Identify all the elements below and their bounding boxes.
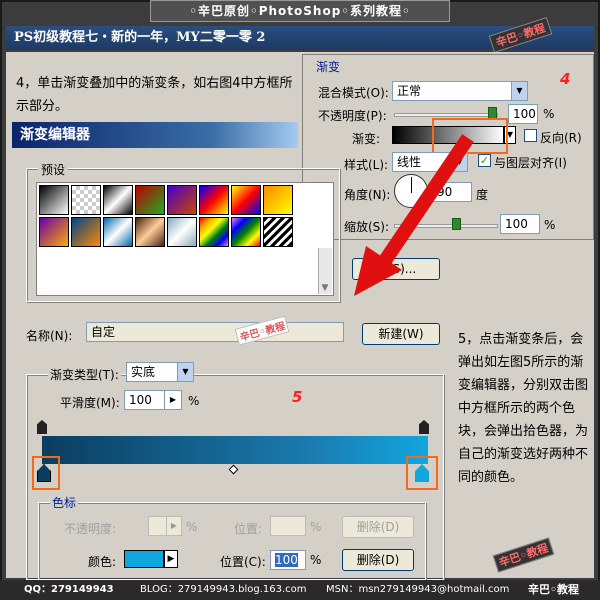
- gradient-bar[interactable]: [42, 436, 428, 464]
- presets-swatch-area: [36, 182, 334, 296]
- gradient-type-select[interactable]: 实底 ▼: [126, 362, 194, 382]
- preset-swatch[interactable]: [71, 185, 101, 215]
- color-stop-right-highlight: [406, 456, 438, 490]
- chevron-down-icon: ▼: [177, 363, 193, 381]
- smoothness-label: 平滑度(M):: [60, 396, 120, 410]
- preset-swatch[interactable]: [231, 185, 261, 215]
- blend-mode-select[interactable]: 正常 ▼: [392, 81, 528, 101]
- color-stop-left-highlight: [32, 456, 60, 490]
- new-button[interactable]: 新建(W): [362, 323, 440, 345]
- stop-location-percent: %: [310, 520, 322, 534]
- preset-swatch[interactable]: [199, 217, 229, 247]
- gradient-section-label: 渐变: [316, 60, 341, 74]
- preset-swatch[interactable]: [39, 185, 69, 215]
- preset-swatch[interactable]: [231, 217, 261, 247]
- gradient-type-label: 渐变类型(T):: [48, 366, 121, 383]
- reverse-label: 反向(R): [540, 131, 582, 145]
- stop-color-label: 颜色:: [88, 555, 117, 569]
- align-label: 与图层对齐(I): [494, 156, 567, 170]
- opacity-input[interactable]: 100: [508, 104, 538, 124]
- smoothness-stepper[interactable]: ▶: [164, 390, 182, 410]
- opacity-label: 不透明度(P):: [318, 109, 387, 123]
- name-label: 名称(N):: [26, 329, 73, 343]
- name-input[interactable]: 自定: [86, 322, 344, 342]
- footer-msn: MSN：msn279149943@hotmail.com: [326, 584, 510, 595]
- chevron-right-icon: ▶: [170, 521, 178, 530]
- smoothness-input[interactable]: 100: [124, 390, 168, 410]
- stop-opacity-stepper[interactable]: ▶: [166, 516, 182, 536]
- blend-mode-label: 混合模式(O):: [318, 86, 389, 100]
- gradient-editor-title: 渐变编辑器: [12, 122, 298, 148]
- step4-instruction: 4，单击渐变叠加中的渐变条，如右图4中方框所示部分。: [16, 76, 293, 114]
- chevron-right-icon: ▶: [169, 395, 177, 404]
- color-stops-label: 色标: [50, 494, 79, 511]
- scale-percent: %: [544, 218, 556, 232]
- preset-swatch[interactable]: [103, 185, 133, 215]
- preset-swatch[interactable]: [263, 185, 293, 215]
- opacity-percent: %: [543, 107, 555, 121]
- preset-swatch[interactable]: [103, 217, 133, 247]
- preset-swatch[interactable]: [135, 217, 165, 247]
- chevron-right-icon: ▶: [167, 554, 175, 564]
- footer-qq: QQ：279149943: [24, 584, 114, 595]
- stop-location-c-value: 100: [275, 553, 298, 567]
- gradient-type-value: 实底: [131, 365, 156, 379]
- preset-swatch[interactable]: [263, 217, 293, 247]
- footer-logo: 辛巴◦教程: [528, 583, 580, 596]
- preset-swatch[interactable]: [167, 217, 197, 247]
- scroll-down-icon[interactable]: ▼: [318, 283, 332, 295]
- opacity-slider-track[interactable]: [394, 113, 498, 117]
- stop-opacity-percent: %: [186, 520, 198, 534]
- arrow-icon: [354, 134, 474, 296]
- chevron-down-icon: ▼: [511, 82, 527, 100]
- stop-location-c-label: 位置(C):: [220, 555, 266, 569]
- stop-color-swatch[interactable]: [124, 550, 164, 568]
- stop-location-c-percent: %: [310, 553, 322, 567]
- preset-swatch[interactable]: [39, 217, 69, 247]
- preset-swatch[interactable]: [71, 217, 101, 247]
- footer-blog: BLOG：279149943.blog.163.com: [140, 584, 307, 595]
- delete-color-stop-button[interactable]: 删除(D): [342, 549, 414, 571]
- preset-swatch[interactable]: [135, 185, 165, 215]
- step5-marker: 5: [292, 388, 303, 406]
- presets-label: 预设: [38, 161, 69, 178]
- preset-swatch[interactable]: [199, 185, 229, 215]
- stop-location-label: 位置:: [234, 522, 263, 536]
- smoothness-percent: %: [188, 394, 200, 408]
- delete-opacity-stop-button[interactable]: 删除(D): [342, 516, 414, 538]
- step5-instruction: 5，点击渐变条后，会弹出如左图5所示的渐变编辑器，分别双击图中方框所示的两个色块…: [458, 332, 589, 485]
- footer-bar: QQ：279149943 BLOG：279149943.blog.163.com…: [0, 580, 600, 600]
- blend-mode-value: 正常: [397, 84, 422, 98]
- stop-location-input[interactable]: [270, 516, 306, 536]
- stop-color-menu[interactable]: ▶: [164, 550, 178, 568]
- reverse-checkbox[interactable]: [524, 129, 537, 142]
- preset-swatch[interactable]: [167, 185, 197, 215]
- scale-input[interactable]: 100: [500, 214, 540, 234]
- site-title-bar: ◦辛巴原创◦PhotoShop◦系列教程◦: [150, 0, 450, 22]
- step4-marker: 4: [560, 70, 571, 88]
- stop-opacity-label: 不透明度:: [64, 522, 117, 536]
- stop-location-c-input[interactable]: 100: [270, 550, 306, 570]
